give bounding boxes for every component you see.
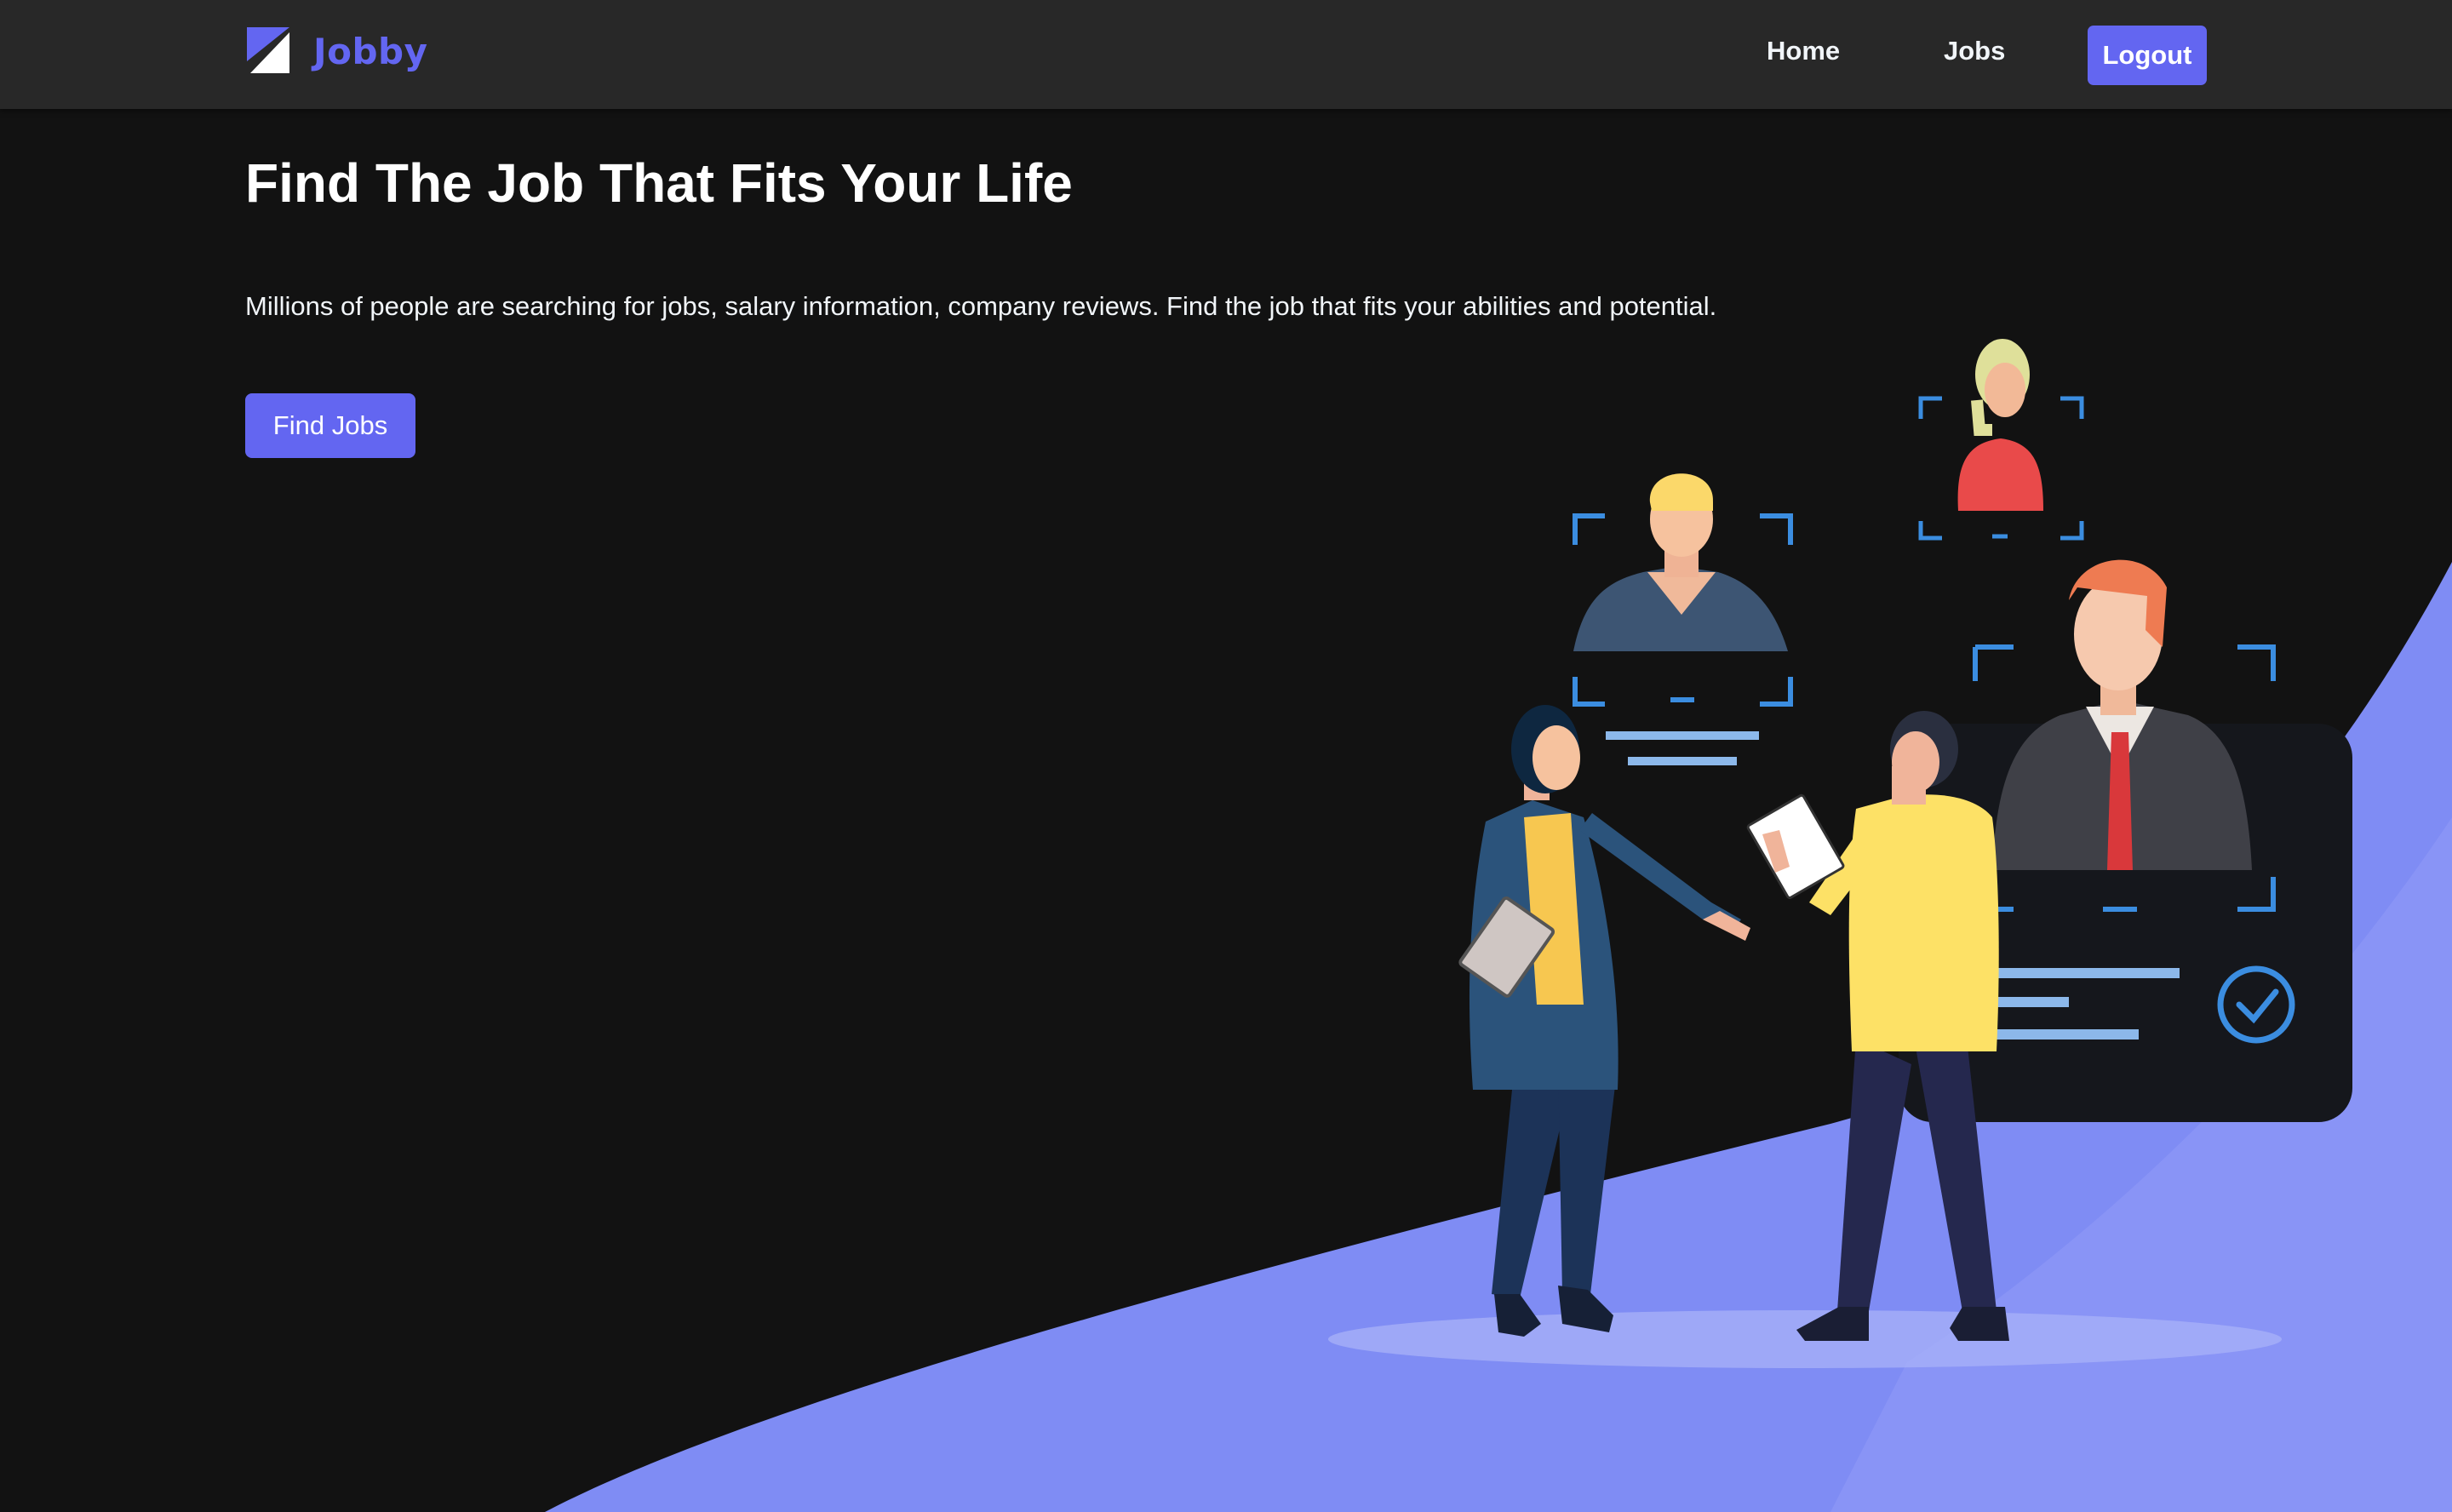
hero-description: Millions of people are searching for job… (245, 291, 1717, 321)
find-jobs-button[interactable]: Find Jobs (245, 393, 415, 458)
hero-title: Find The Job That Fits Your Life (245, 152, 1073, 214)
logout-button[interactable]: Logout (2088, 26, 2207, 85)
top-navbar: Jobby Home Jobs Logout (0, 0, 2452, 109)
brand-name[interactable]: Jobby (313, 31, 428, 72)
jobby-logo-icon[interactable] (247, 27, 289, 73)
nav-jobs-link[interactable]: Jobs (1944, 36, 2005, 66)
nav-home-link[interactable]: Home (1767, 36, 1840, 66)
hero-illustration (545, 339, 2452, 1512)
candidate-woman-avatar (1918, 339, 2084, 541)
candidate-blonde-avatar (1573, 473, 1793, 707)
